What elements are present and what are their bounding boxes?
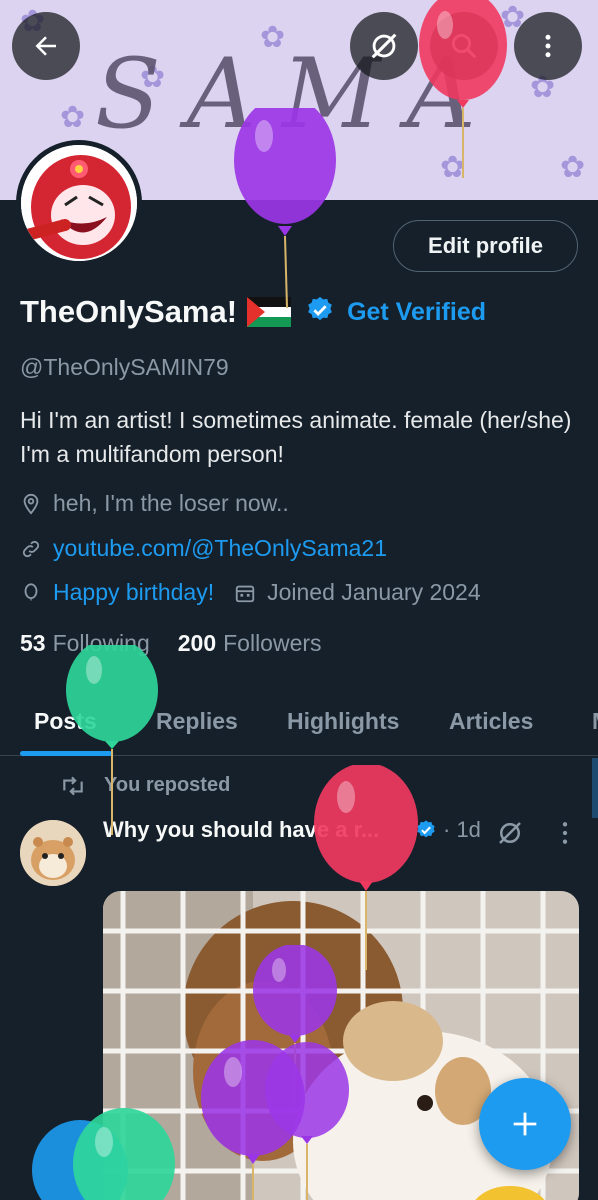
profile-tabs: Posts Replies Highlights Articles M — [0, 690, 598, 756]
more-vertical-icon — [545, 34, 551, 58]
hamster-image — [20, 820, 86, 886]
display-name: TheOnlySama! — [20, 294, 238, 329]
arrow-left-icon — [35, 36, 56, 56]
search-icon — [452, 34, 477, 59]
repost-icon — [63, 776, 83, 795]
tab-highlights[interactable]: Highlights — [287, 708, 399, 735]
repost-indicator: You reposted — [60, 774, 230, 797]
tab-media[interactable]: M — [592, 708, 598, 735]
grok-button[interactable] — [350, 12, 418, 80]
calendar-icon — [234, 582, 256, 604]
scrollbar[interactable] — [592, 758, 598, 818]
edit-profile-button[interactable]: Edit profile — [393, 220, 578, 272]
verified-badge-icon[interactable] — [305, 295, 335, 329]
tab-articles[interactable]: Articles — [449, 708, 533, 735]
followers-count: 200 — [177, 630, 217, 656]
joined-date: Joined January 2024 — [267, 579, 481, 605]
post-time: · 1d — [443, 817, 481, 842]
post-header: Why you should have a r... · 1d — [103, 817, 481, 843]
search-button[interactable] — [430, 12, 498, 80]
flower-decoration: ✿ — [560, 150, 586, 185]
follow-stats: 53 Following 200 Followers — [20, 630, 322, 657]
location-row: heh, I'm the loser now.. — [20, 490, 289, 517]
profile-location: heh, I'm the loser now.. — [53, 490, 289, 516]
more-button[interactable] — [514, 12, 582, 80]
location-pin-icon — [20, 493, 42, 515]
website-row: youtube.com/@TheOnlySama21 — [20, 535, 387, 562]
profile-avatar[interactable] — [16, 140, 142, 266]
avatar-image — [21, 145, 137, 261]
active-tab-indicator — [20, 751, 112, 756]
flower-decoration: ✿ — [60, 100, 86, 135]
post-author-name[interactable]: Why you should have a r... — [103, 817, 409, 843]
profile-bio: Hi I'm an artist! I sometimes animate. f… — [20, 407, 572, 467]
grok-icon — [499, 822, 521, 844]
plus-icon — [513, 1112, 537, 1136]
birthday-joined-row: Happy birthday! Joined January 2024 — [20, 579, 481, 606]
balloon-icon — [20, 582, 42, 604]
birthday-link[interactable]: Happy birthday! — [53, 579, 214, 606]
verified-badge-icon — [415, 819, 437, 841]
followers-label: Followers — [223, 630, 322, 656]
link-icon — [20, 538, 42, 560]
post-author-avatar[interactable] — [20, 820, 86, 886]
palestine-flag-icon — [247, 297, 292, 327]
more-vertical-icon — [562, 822, 568, 844]
tab-posts[interactable]: Posts — [34, 708, 97, 735]
get-verified-link[interactable]: Get Verified — [347, 298, 486, 327]
post-grok-button[interactable] — [495, 818, 525, 852]
following-count: 53 — [20, 630, 46, 656]
name-row: TheOnlySama! Get Verified — [20, 294, 486, 330]
tab-replies[interactable]: Replies — [156, 708, 238, 735]
profile-handle: @TheOnlySAMIN79 — [20, 354, 229, 380]
following-label: Following — [52, 630, 150, 656]
repost-label: You reposted — [104, 774, 231, 796]
grok-icon — [371, 33, 397, 59]
following-stat[interactable]: 53 Following — [20, 630, 150, 657]
profile-website-link[interactable]: youtube.com/@TheOnlySama21 — [53, 535, 387, 562]
flower-decoration: ✿ — [440, 150, 466, 185]
followers-stat[interactable]: 200 Followers — [178, 630, 322, 657]
compose-post-button[interactable] — [479, 1078, 571, 1170]
post-more-button[interactable] — [560, 820, 570, 850]
back-button[interactable] — [12, 12, 80, 80]
